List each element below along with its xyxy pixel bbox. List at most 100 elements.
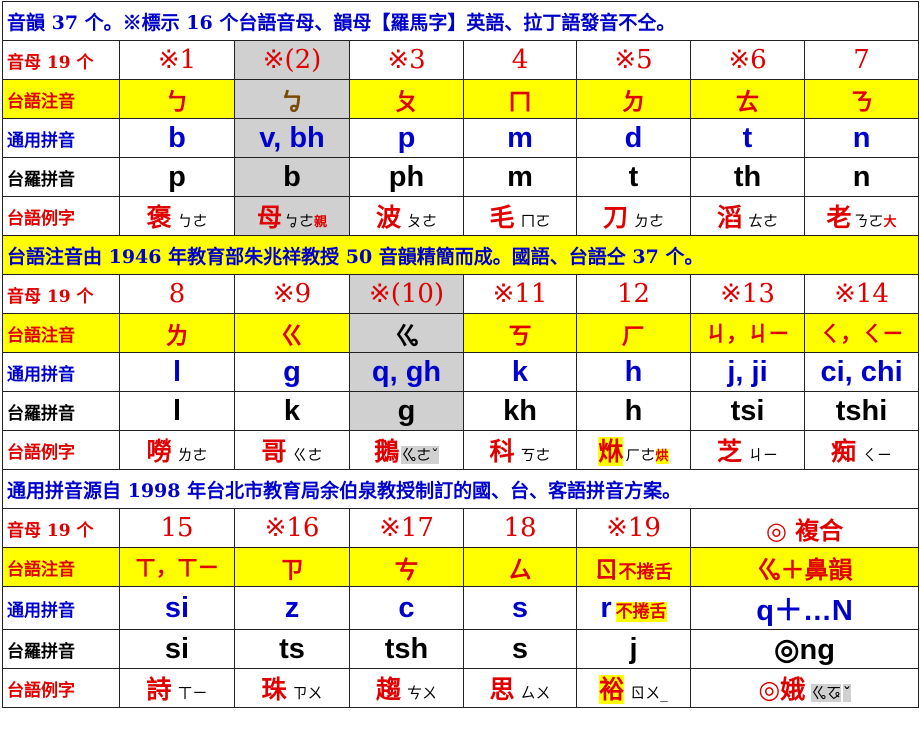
cell-zhuyin: ㄗ — [234, 547, 350, 587]
cell-zhuyin: ㄑ，ㄑㄧ — [803, 313, 920, 353]
cell-number-compound: ◎ 複合 — [689, 508, 920, 548]
example-char: 鵝 — [374, 437, 400, 466]
cell-example: 鵝ㆣㄜˇ — [349, 430, 464, 470]
cell-example: 毛ㄇㄛ — [463, 196, 577, 236]
example-char: 芝 — [716, 437, 742, 466]
row-header-examples: 台語例字 — [2, 668, 120, 708]
cell-poj: g — [349, 391, 464, 431]
cell-poj: j — [576, 629, 691, 669]
example-char: 毛 — [489, 203, 515, 232]
cell-tongyong: r 不捲舌 — [576, 586, 691, 630]
banner-3: 通用拼音源自 1998 年台北市教育局余伯泉教授制訂的國、台、客語拼音方案。 — [1, 469, 920, 509]
cell-zhuyin: ㄌ — [119, 313, 235, 353]
cell-example: 母ㆠㄜ親 — [234, 196, 350, 236]
cell-zhuyin: ㄘ — [349, 547, 464, 587]
zhuyin-note: 不捲舌 — [618, 561, 673, 583]
cell-example-compound: ◎娥 ㆣㆧ ˇ — [689, 668, 920, 708]
row-header-zhuyin: 台語注音 — [2, 547, 120, 587]
cell-zhuyin: ㄅ — [119, 79, 235, 119]
cell-poj: l — [119, 391, 235, 431]
cell-example: 思ㄙㄨ — [463, 668, 577, 708]
row-header-zhuyin: 台語注音 — [2, 313, 120, 353]
cell-poj: tsi — [690, 391, 805, 431]
cell-number: ※6 — [690, 40, 805, 80]
cell-tongyong: j, ji — [690, 352, 805, 392]
cell-zhuyin: ㄆ — [349, 79, 464, 119]
cell-tongyong: z — [234, 586, 350, 630]
cell-example: 烌ㄏㄜ烘 — [576, 430, 691, 470]
cell-tongyong-compound: q＋…N — [689, 586, 920, 630]
example-zhuyin: ㄑㄧ — [862, 446, 893, 464]
example-zhuyin: ㆣㆧ — [811, 684, 842, 702]
cell-zhuyin: ㄒ，ㄒㄧ — [119, 547, 235, 587]
cell-poj: tshi — [803, 391, 920, 431]
example-zhuyin: ㄏㄜ — [625, 446, 656, 464]
cell-tongyong: s — [463, 586, 577, 630]
tongyong-char: r — [600, 591, 612, 624]
cell-zhuyin: ㄐ，ㄐㄧ — [690, 313, 805, 353]
example-zhuyin: ㄗㄨ — [292, 684, 323, 702]
example-char: 波 — [375, 203, 401, 232]
cell-zhuyin-compound: ㆣ＋鼻韻 — [689, 547, 920, 587]
cell-number: 18 — [463, 508, 577, 548]
example-char: ◎娥 — [758, 675, 806, 704]
cell-zhuyin: ㆣ — [349, 313, 464, 353]
cell-poj: h — [576, 391, 691, 431]
row-header-examples: 台語例字 — [2, 430, 120, 470]
cell-example: 痴ㄑㄧ — [803, 430, 920, 470]
example-char: 刀 — [602, 203, 628, 232]
example-char: 思 — [489, 675, 515, 704]
cell-tongyong: p — [349, 118, 464, 158]
cell-example: 褒ㄅㄜ — [119, 196, 235, 236]
row-header-tongyong: 通用拼音 — [2, 118, 120, 158]
cell-number: 15 — [119, 508, 235, 548]
zhuyin-char: ㄖ — [594, 554, 619, 584]
cell-example: 刀ㄉㄜ — [576, 196, 691, 236]
example-tag: 親 — [314, 215, 328, 230]
row-header-initials: 音母 19 个 — [2, 508, 120, 548]
example-tag: ˇ — [843, 684, 851, 702]
cell-number: ※17 — [349, 508, 464, 548]
cell-poj: n — [803, 157, 920, 197]
example-char: 老 — [826, 203, 852, 232]
cell-tongyong: v, bh — [234, 118, 350, 158]
example-char: 珠 — [261, 675, 287, 704]
cell-tongyong: k — [463, 352, 577, 392]
example-zhuyin: ㄎㄜ — [520, 446, 551, 464]
cell-zhuyin: ㄖ不捲舌 — [576, 547, 691, 587]
example-char: 哥 — [261, 437, 287, 466]
cell-example: 老ㄋㄛ大 — [803, 196, 920, 236]
cell-tongyong: h — [576, 352, 691, 392]
cell-tongyong: n — [803, 118, 920, 158]
example-zhuyin: ㄊㄜ — [748, 212, 779, 230]
cell-example: 哥ㄍㄜ — [234, 430, 350, 470]
example-zhuyin: ㄒㄧ — [177, 684, 208, 702]
cell-poj: t — [576, 157, 691, 197]
example-zhuyin: ㄍㄜ — [292, 446, 323, 464]
cell-number: ※11 — [463, 274, 577, 314]
example-zhuyin: ㄌㄜ — [177, 446, 208, 464]
cell-number: ※13 — [690, 274, 805, 314]
phonetic-table: 音韻 37 个。※標示 16 个台語音母、韻母【羅馬字】英語、拉丁語發音不仝。 … — [1, 1, 920, 708]
cell-example: 嘮ㄌㄜ — [119, 430, 235, 470]
example-char: 裕 — [599, 675, 625, 704]
cell-zhuyin: ㄙ — [463, 547, 577, 587]
cell-number: 8 — [119, 274, 235, 314]
example-zhuyin: ㄇㄛ — [520, 212, 551, 230]
example-char: 詩 — [146, 675, 172, 704]
cell-tongyong: d — [576, 118, 691, 158]
example-tag: 烘 — [655, 449, 669, 464]
example-zhuyin: ㄋㄛ — [853, 212, 884, 230]
cell-tongyong: m — [463, 118, 577, 158]
cell-number: ※(2) — [234, 40, 350, 80]
cell-zhuyin: ㄏ — [576, 313, 691, 353]
cell-number: ※16 — [234, 508, 350, 548]
cell-number: ※3 — [349, 40, 464, 80]
banner-1: 音韻 37 个。※標示 16 个台語音母、韻母【羅馬字】英語、拉丁語發音不仝。 — [1, 1, 920, 41]
example-char: 嘮 — [146, 437, 172, 466]
tongyong-note: 不捲舌 — [615, 601, 667, 622]
cell-number: ※14 — [803, 274, 920, 314]
example-char: 褒 — [146, 203, 172, 232]
cell-tongyong: c — [349, 586, 464, 630]
example-zhuyin: ㄘㄨ — [407, 684, 438, 702]
